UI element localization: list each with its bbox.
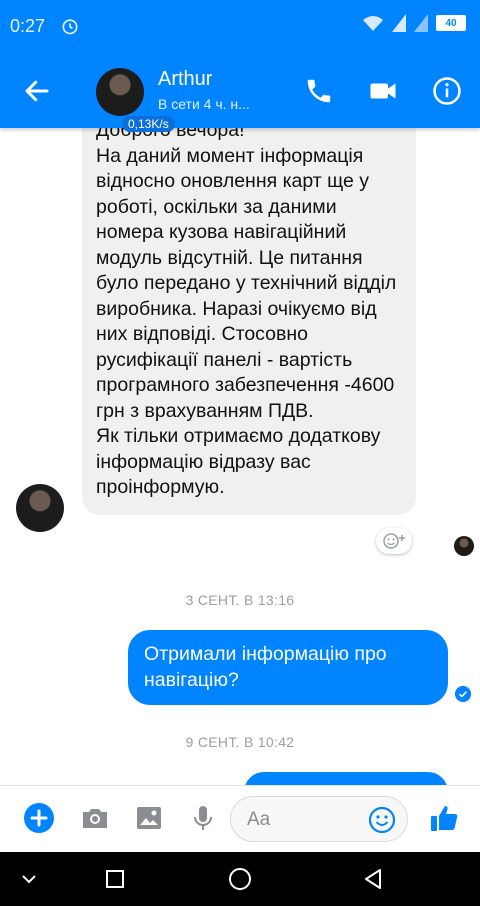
nav-collapse-icon[interactable] (16, 866, 42, 892)
add-icon[interactable] (24, 803, 54, 833)
outgoing-message[interactable]: Отримали інформацію про навігацію? (128, 630, 448, 705)
message-input-field[interactable] (230, 796, 408, 842)
message-list[interactable]: Доброго вечора! На даний момент інформац… (0, 128, 480, 785)
battery-indicator: 40 (436, 15, 466, 31)
alarm-icon (62, 19, 78, 35)
message-input[interactable] (247, 807, 367, 833)
incoming-message[interactable]: Доброго вечора! На даний момент інформац… (82, 128, 416, 515)
nav-recents-icon[interactable] (102, 866, 128, 892)
video-camera-icon[interactable] (368, 76, 398, 106)
add-reaction-icon (383, 533, 405, 549)
gallery-icon[interactable] (134, 803, 164, 833)
add-reaction-button[interactable] (376, 528, 412, 554)
system-navigation-bar (0, 852, 480, 906)
thumbs-up-icon[interactable] (428, 802, 460, 834)
nav-home-icon[interactable] (227, 866, 253, 892)
contact-name[interactable]: Arthur (158, 68, 212, 91)
timestamp: 3 СЕНТ. В 13:16 (185, 592, 295, 608)
nav-back-icon[interactable] (360, 866, 386, 892)
network-speed-badge: 0,13K/s (122, 116, 175, 132)
camera-icon[interactable] (80, 803, 110, 833)
conversation-header: Arthur В сети 4 ч. н... 0,13K/s (0, 54, 480, 132)
status-bar: 0:27 40 (0, 0, 480, 54)
sender-avatar[interactable] (16, 484, 64, 532)
status-indicators: 40 (362, 14, 466, 32)
seen-indicator-avatar (454, 536, 474, 556)
signal-icon-2 (414, 14, 428, 32)
wifi-icon (363, 16, 383, 31)
info-icon[interactable] (432, 76, 462, 106)
contact-avatar[interactable] (96, 68, 144, 116)
emoji-icon[interactable] (367, 805, 397, 835)
outgoing-message[interactable] (244, 772, 448, 785)
delivered-check-icon (455, 686, 471, 702)
status-time: 0:27 (10, 16, 46, 36)
signal-icon (392, 14, 406, 32)
back-arrow-icon[interactable] (22, 76, 52, 106)
message-composer (0, 785, 480, 852)
microphone-icon[interactable] (188, 803, 218, 833)
phone-icon[interactable] (304, 76, 334, 106)
contact-status: В сети 4 ч. н... (158, 96, 250, 112)
timestamp: 9 СЕНТ. В 10:42 (185, 734, 295, 750)
